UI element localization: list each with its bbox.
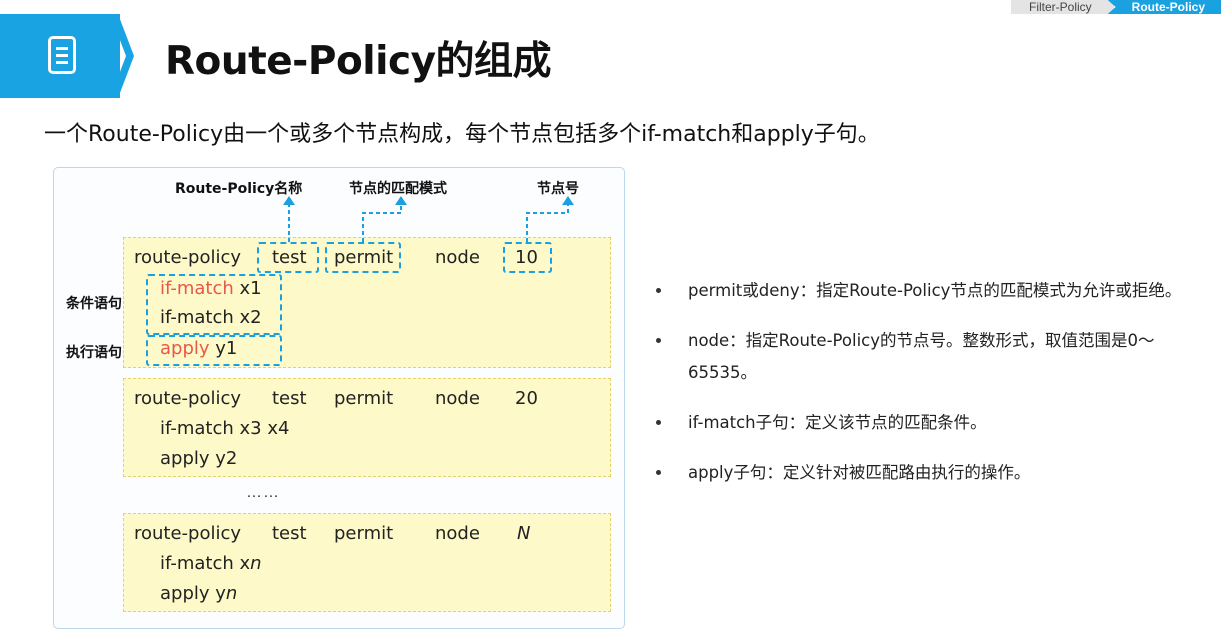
breadcrumb-route-policy[interactable]: Route-Policy <box>1107 0 1221 14</box>
highlight-conditions <box>146 274 282 335</box>
label-action-statement: 执行语句 <box>66 345 122 361</box>
label-route-policy-name: Route-Policy名称 <box>175 181 303 197</box>
node-n-match: if-match xn <box>160 553 262 574</box>
node2-mode: permit <box>334 388 394 409</box>
page-title: Route-Policy的组成 <box>165 39 552 84</box>
highlight-node-number <box>503 242 552 273</box>
node-n-name: test <box>272 523 307 544</box>
node-n-node-keyword: node <box>435 523 480 544</box>
bullet-if-match: if-match子句：定义该节点的匹配条件。 <box>654 407 1199 439</box>
bullet-list: permit或deny：指定Route-Policy节点的匹配模式为允许或拒绝。… <box>654 275 1199 507</box>
ellipsis: …… <box>246 484 280 501</box>
node-n-number: N <box>517 523 531 544</box>
label-node-number: 节点号 <box>537 181 579 197</box>
label-condition-statement: 条件语句 <box>66 296 122 312</box>
node2-keyword: route-policy <box>134 388 242 409</box>
label-match-mode: 节点的匹配模式 <box>349 181 447 197</box>
highlight-mode <box>325 242 401 273</box>
intro-text: 一个Route-Policy由一个或多个节点构成，每个节点包括多个if-matc… <box>44 122 880 147</box>
node-n-mode: permit <box>334 523 394 544</box>
breadcrumb: Filter-Policy Route-Policy <box>1010 0 1221 14</box>
node2-apply: apply y2 <box>160 448 238 469</box>
breadcrumb-filter-policy[interactable]: Filter-Policy <box>1010 0 1114 14</box>
node2-node-keyword: node <box>435 388 480 409</box>
node1-keyword: route-policy <box>134 247 242 268</box>
highlight-name <box>257 242 319 273</box>
node2-name: test <box>272 388 307 409</box>
node2-match: if-match x3 x4 <box>160 418 290 439</box>
bullet-permit-deny: permit或deny：指定Route-Policy节点的匹配模式为允许或拒绝。 <box>654 275 1199 307</box>
node2-number: 20 <box>515 388 538 409</box>
highlight-actions <box>146 335 282 366</box>
node-n-keyword: route-policy <box>134 523 242 544</box>
header-chevron <box>110 14 134 98</box>
node-n-apply: apply yn <box>160 583 238 604</box>
document-icon <box>48 36 76 74</box>
bullet-node: node：指定Route-Policy的节点号。整数形式，取值范围是0～6553… <box>654 325 1199 389</box>
node1-node-keyword: node <box>435 247 480 268</box>
bullet-apply: apply子句：定义针对被匹配路由执行的操作。 <box>654 457 1199 489</box>
